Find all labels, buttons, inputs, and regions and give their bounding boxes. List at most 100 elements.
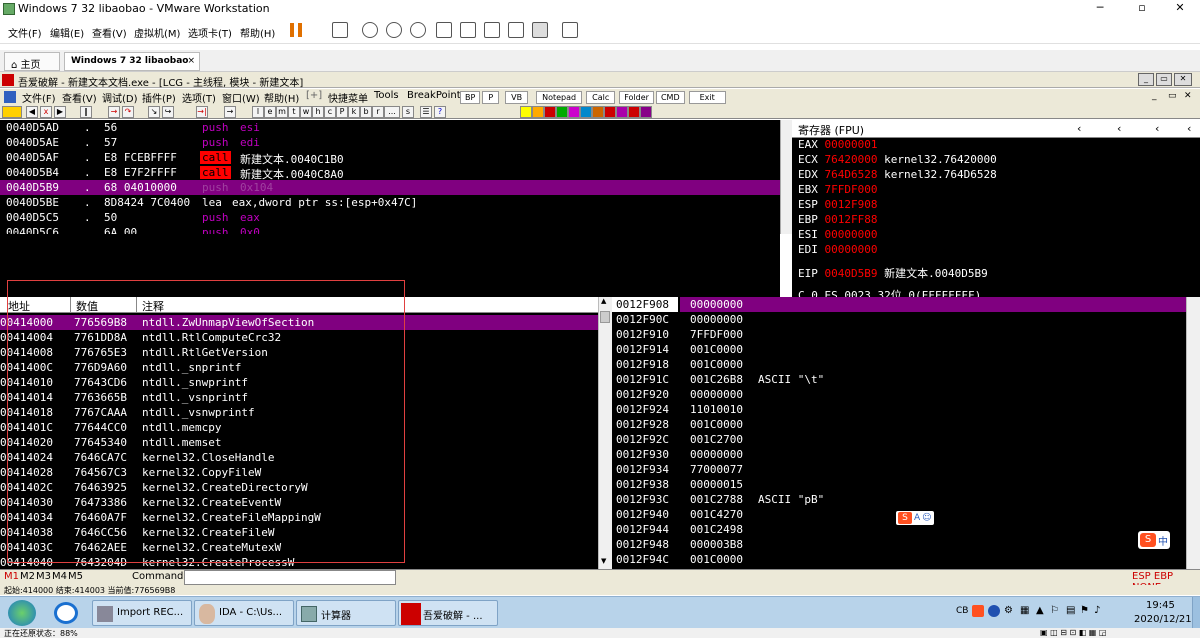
- pause-icon[interactable]: [290, 23, 302, 37]
- close-icon[interactable]: ✕: [1160, 1, 1200, 14]
- register-row[interactable]: EDX 764D6528 kernel32.764D6528: [798, 168, 997, 183]
- stack-row[interactable]: 0012F928 001C0000: [612, 417, 1200, 432]
- disasm-row[interactable]: 0040D5AE . 57 push edi: [0, 135, 780, 150]
- od-minimize-icon[interactable]: _: [1138, 73, 1154, 86]
- plugin-exit-button[interactable]: Exit: [688, 90, 726, 104]
- close-process-icon[interactable]: x: [40, 106, 52, 118]
- m3-tab[interactable]: M3: [36, 571, 51, 582]
- pause-debug-icon[interactable]: ‖: [80, 106, 92, 118]
- m5-tab[interactable]: M5: [68, 571, 83, 582]
- chevron-left-icon[interactable]: ‹: [1186, 122, 1193, 135]
- tray-app-icon[interactable]: ⚐: [1050, 605, 1059, 616]
- od-menu-window[interactable]: 窗口(W): [222, 90, 260, 105]
- taskbar-item-importrec[interactable]: Import REC...: [92, 600, 192, 626]
- m4-tab[interactable]: M4: [52, 571, 67, 582]
- open-icon[interactable]: [2, 106, 22, 118]
- menu-tabs[interactable]: 选项卡(T): [188, 25, 232, 40]
- stack-row[interactable]: 0012F910 7FFDF000: [612, 327, 1200, 342]
- chevron-left-icon[interactable]: ‹: [1154, 122, 1161, 135]
- register-row[interactable]: EAX 00000001: [798, 138, 877, 153]
- ime-status-badge[interactable]: S 中: [1138, 531, 1170, 549]
- stack-row[interactable]: 0012F92C 001C2700: [612, 432, 1200, 447]
- cpu-disassembly-pane[interactable]: 0040D5AD . 56 push esi 0040D5AE . 57 pus…: [0, 120, 780, 234]
- toolbar-c-button[interactable]: c: [324, 106, 336, 118]
- fullscreen-icon[interactable]: [484, 22, 500, 38]
- plugin-icon-9[interactable]: [616, 106, 628, 118]
- od-menu-view[interactable]: 查看(V): [62, 90, 97, 105]
- od-menu-file[interactable]: 文件(F): [22, 90, 56, 105]
- disasm-row[interactable]: 0040D5B4 . E8 E7F2FFFF call 新建文本.0040C8A…: [0, 165, 780, 181]
- trace-over-icon[interactable]: ↪: [162, 106, 174, 118]
- od-restore-icon[interactable]: ▭: [1156, 73, 1172, 86]
- toolbar-b-button[interactable]: b: [360, 106, 372, 118]
- od-menu-shortcut[interactable]: 快捷菜单: [328, 90, 368, 105]
- register-row[interactable]: EDI 00000000: [798, 243, 877, 258]
- menu-file[interactable]: 文件(F): [8, 25, 42, 40]
- menu-edit[interactable]: 编辑(E): [50, 25, 84, 40]
- toolbar-e-button[interactable]: e: [264, 106, 276, 118]
- chevron-left-icon[interactable]: ‹: [1116, 122, 1123, 135]
- stack-pane[interactable]: 0012F908 00000000 0012F90C 00000000 0012F910…: [612, 297, 1200, 569]
- register-row-eip[interactable]: EIP 0040D5B9 新建文本.0040D5B9: [798, 265, 988, 280]
- stack-row[interactable]: 0012F938 00000015: [612, 477, 1200, 492]
- tray-network-icon[interactable]: ▤: [1066, 605, 1075, 616]
- chevron-left-icon[interactable]: ‹: [1076, 122, 1083, 135]
- toolbar-k-button[interactable]: k: [348, 106, 360, 118]
- stack-row[interactable]: 0012F914 001C0000: [612, 342, 1200, 357]
- tray-sogou-icon[interactable]: [972, 605, 984, 617]
- maximize-icon[interactable]: ▫: [1122, 1, 1162, 14]
- stack-row[interactable]: 0012F934 77000077: [612, 462, 1200, 477]
- disasm-row-selected[interactable]: 0040D5B9 . 68 04010000 push 0x104: [0, 180, 780, 195]
- stack-row[interactable]: 0012F90C 00000000: [612, 312, 1200, 327]
- plugin-icon-2[interactable]: [532, 106, 544, 118]
- register-row[interactable]: EBP 0012FF88: [798, 213, 877, 228]
- toolbar-h-button[interactable]: h: [312, 106, 324, 118]
- toolbar-m-button[interactable]: m: [276, 106, 288, 118]
- tray-settings-icon[interactable]: ⚙: [1004, 605, 1013, 616]
- library-icon[interactable]: [436, 22, 452, 38]
- unity-icon[interactable]: [508, 22, 524, 38]
- plugin-bp-button[interactable]: BP: [460, 90, 481, 104]
- step-over-icon[interactable]: ↷: [122, 106, 134, 118]
- stack-row[interactable]: 0012F91C 001C26B8 ASCII "\t": [612, 372, 1200, 387]
- plugin-icon-6[interactable]: [580, 106, 592, 118]
- scroll-up-icon[interactable]: ▲: [601, 297, 606, 305]
- od-menu-tools[interactable]: Tools: [374, 90, 399, 101]
- tab-vm[interactable]: Windows 7 32 libaobao ×: [64, 52, 200, 71]
- m1-tab[interactable]: M1: [4, 571, 19, 582]
- od-close-icon[interactable]: ✕: [1174, 73, 1192, 86]
- toolbar-t-button[interactable]: t: [288, 106, 300, 118]
- plugin-icon-7[interactable]: [592, 106, 604, 118]
- plugin-icon-3[interactable]: [544, 106, 556, 118]
- tray-volume-icon[interactable]: ♪: [1094, 605, 1100, 616]
- stack-row-selected[interactable]: 0012F908 00000000: [612, 297, 1200, 312]
- clock-date[interactable]: 2020/12/21: [1134, 614, 1192, 625]
- register-row[interactable]: EBX 7FFDF000: [798, 183, 877, 198]
- od-menu-plus[interactable]: [+]: [306, 90, 322, 101]
- start-button-icon[interactable]: [8, 600, 36, 626]
- disasm-row[interactable]: 0040D5C5 . 50 push eax: [0, 210, 780, 225]
- stack-row[interactable]: 0012F920 00000000: [612, 387, 1200, 402]
- plugin-notepad-button[interactable]: Notepad: [536, 90, 583, 104]
- toolbar-l-button[interactable]: l: [252, 106, 264, 118]
- menu-vm[interactable]: 虚拟机(M): [134, 25, 180, 40]
- plugin-icon-1[interactable]: [520, 106, 532, 118]
- plugin-calc-button[interactable]: Calc: [586, 90, 616, 104]
- tray-cb-icon[interactable]: CB: [956, 606, 968, 616]
- tray-arrow-icon[interactable]: ▲: [1036, 605, 1044, 616]
- cpu-scrollbar[interactable]: [780, 120, 792, 234]
- od-menu-debug[interactable]: 调试(D): [102, 90, 138, 105]
- plugin-p-button[interactable]: P: [482, 90, 500, 104]
- mdi-restore-icon[interactable]: ▭: [1168, 91, 1177, 101]
- toolbar-s-button[interactable]: s: [402, 106, 414, 118]
- disasm-row[interactable]: 0040D5AD . 56 push esi: [0, 120, 780, 135]
- register-row[interactable]: ESP 0012F908: [798, 198, 877, 213]
- help-icon[interactable]: ?: [434, 106, 446, 118]
- register-row[interactable]: ESI 00000000: [798, 228, 877, 243]
- tab-home[interactable]: ⌂ 主页: [4, 52, 60, 71]
- dump-scrollbar[interactable]: ▲ ▼: [598, 297, 612, 569]
- execute-till-return-icon[interactable]: →|: [196, 106, 208, 118]
- emoji-icon[interactable]: ☺: [922, 513, 931, 523]
- toolbar-dots-button[interactable]: ...: [384, 106, 400, 118]
- stack-scrollbar[interactable]: [1186, 297, 1200, 569]
